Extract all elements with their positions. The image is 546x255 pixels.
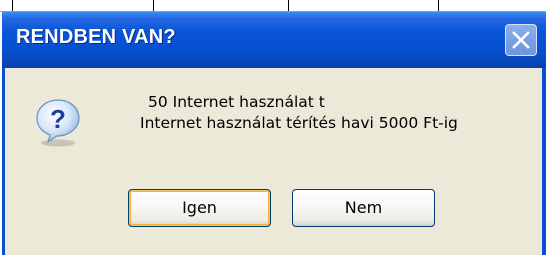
dialog-frame-left <box>2 68 5 255</box>
no-button[interactable]: Nem <box>292 189 435 227</box>
message-line-2: Internet használat térítés havi 5000 Ft-… <box>140 114 458 132</box>
svg-text:?: ? <box>50 104 66 134</box>
close-icon <box>512 31 530 49</box>
dialog-title: RENDBEN VAN? <box>16 26 176 48</box>
yes-button[interactable]: Igen <box>128 189 271 227</box>
close-button[interactable] <box>505 24 537 56</box>
message-line-1: 50 Internet használat t <box>148 93 325 111</box>
background-spreadsheet-strip <box>0 0 546 12</box>
confirm-dialog: RENDBEN VAN? ? 50 Internet használat t I… <box>2 12 546 255</box>
screen: RENDBEN VAN? ? 50 Internet használat t I… <box>0 0 546 255</box>
dialog-titlebar[interactable]: RENDBEN VAN? <box>2 12 546 68</box>
dialog-frame-right <box>542 68 546 255</box>
question-icon: ? <box>32 96 84 148</box>
